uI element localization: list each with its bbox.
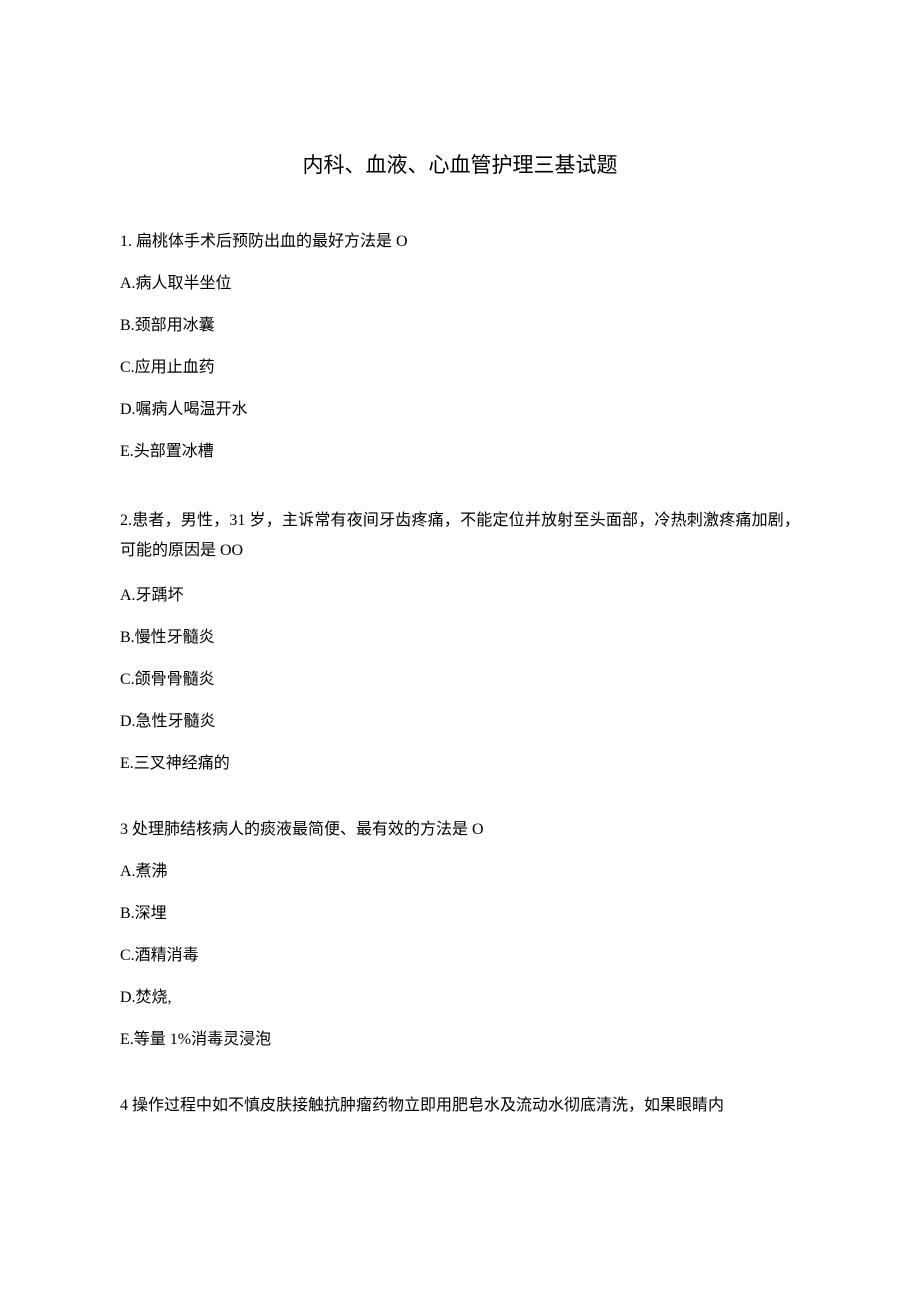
option-c: C.应用止血药 [120,356,800,380]
option-d: D.焚烧, [120,986,800,1010]
question-stem: 2.患者，男性，31 岁，主诉常有夜间牙齿疼痛，不能定位并放射至头面部，冷热刺激… [120,506,800,567]
option-b: B.慢性牙髓炎 [120,626,800,650]
question-block: 3 处理肺结核病人的痰液最简便、最有效的方法是 O A.煮沸 B.深埋 C.酒精… [120,818,800,1052]
question-block: 2.患者，男性，31 岁，主诉常有夜间牙齿疼痛，不能定位并放射至头面部，冷热刺激… [120,506,800,777]
option-c: C.酒精消毒 [120,944,800,968]
question-stem: 4 操作过程中如不慎皮肤接触抗肿瘤药物立即用肥皂水及流动水彻底清洗，如果眼睛内 [120,1094,800,1118]
question-block: 1. 扁桃体手术后预防出血的最好方法是 O A.病人取半坐位 B.颈部用冰囊 C… [120,230,800,464]
option-b: B.深埋 [120,902,800,926]
option-a: A.病人取半坐位 [120,272,800,296]
option-c: C.颌骨骨髓炎 [120,668,800,692]
question-block: 4 操作过程中如不慎皮肤接触抗肿瘤药物立即用肥皂水及流动水彻底清洗，如果眼睛内 [120,1094,800,1118]
page-title: 内科、血液、心血管护理三基试题 [120,150,800,182]
option-d: D.急性牙髓炎 [120,710,800,734]
option-e: E.等量 1%消毒灵浸泡 [120,1028,800,1052]
option-e: E.三叉神经痛的 [120,752,800,776]
option-a: A.牙踽坏 [120,584,800,608]
option-a: A.煮沸 [120,860,800,884]
option-b: B.颈部用冰囊 [120,314,800,338]
question-stem: 3 处理肺结核病人的痰液最简便、最有效的方法是 O [120,818,800,842]
option-d: D.嘱病人喝温开水 [120,398,800,422]
option-e: E.头部置冰槽 [120,440,800,464]
question-stem: 1. 扁桃体手术后预防出血的最好方法是 O [120,230,800,254]
